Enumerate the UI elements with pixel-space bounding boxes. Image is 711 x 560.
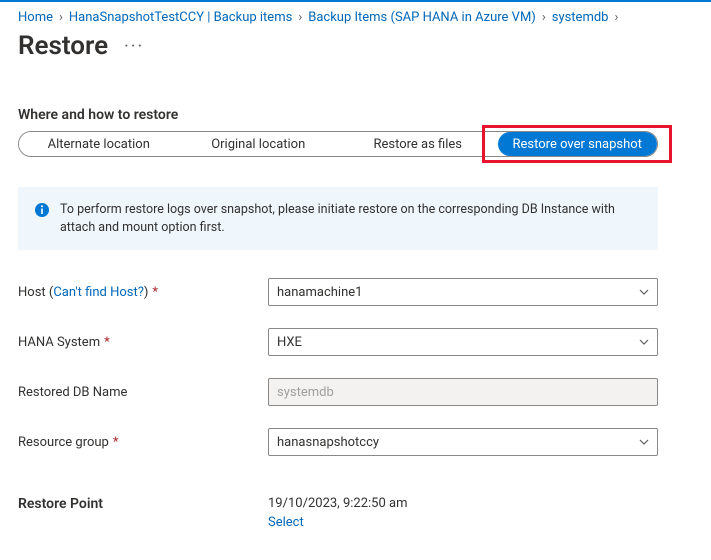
hana-system-label: HANA System * (18, 335, 268, 350)
restore-point-label: Restore Point (18, 496, 268, 530)
restored-db-name-input: systemdb (268, 378, 658, 406)
page-title: Restore (18, 31, 108, 61)
chevron-right-icon: › (59, 10, 63, 25)
host-select[interactable]: hanamachine1 (268, 278, 658, 306)
restore-point-select-link[interactable]: Select (268, 515, 407, 530)
chevron-right-icon: › (298, 10, 302, 25)
info-text: To perform restore logs over snapshot, p… (60, 201, 642, 236)
breadcrumb: Home › HanaSnapshotTestCCY | Backup item… (18, 10, 693, 25)
tab-restore-as-files[interactable]: Restore as files (338, 132, 498, 156)
required-indicator: * (113, 435, 119, 450)
more-actions-button[interactable]: ··· (124, 36, 144, 57)
info-icon (34, 202, 50, 218)
resource-group-value: hanasnapshotccy (277, 435, 379, 450)
host-label: Host (Can't find Host?)* (18, 285, 268, 300)
hana-system-value: HXE (277, 335, 302, 350)
tab-alternate-location[interactable]: Alternate location (19, 132, 179, 156)
resource-group-label: Resource group * (18, 435, 268, 450)
restored-db-name-placeholder: systemdb (277, 385, 334, 400)
restore-mode-tabs: Alternate location Original location Res… (18, 131, 658, 157)
cant-find-host-link[interactable]: Can't find Host? (53, 285, 144, 300)
breadcrumb-systemdb[interactable]: systemdb (552, 10, 609, 25)
chevron-right-icon: › (542, 10, 546, 25)
info-banner: To perform restore logs over snapshot, p… (18, 187, 658, 250)
required-indicator: * (104, 335, 110, 350)
resource-group-label-text: Resource group (18, 435, 109, 450)
host-label-post: ) (144, 285, 149, 300)
tab-original-location[interactable]: Original location (179, 132, 339, 156)
hana-system-label-text: HANA System (18, 335, 100, 350)
resource-group-select[interactable]: hanasnapshotccy (268, 428, 658, 456)
hana-system-select[interactable]: HXE (268, 328, 658, 356)
host-label-pre: Host ( (18, 285, 53, 300)
breadcrumb-sap-hana[interactable]: Backup Items (SAP HANA in Azure VM) (308, 10, 536, 25)
required-indicator: * (152, 285, 158, 300)
host-value: hanamachine1 (277, 285, 362, 300)
restore-point-value: 19/10/2023, 9:22:50 am (268, 496, 407, 511)
chevron-right-icon: › (614, 10, 618, 25)
breadcrumb-home[interactable]: Home (18, 10, 53, 25)
section-where-label: Where and how to restore (18, 107, 693, 123)
tab-restore-over-snapshot[interactable]: Restore over snapshot (498, 132, 658, 156)
breadcrumb-backup-items[interactable]: HanaSnapshotTestCCY | Backup items (69, 10, 292, 25)
restored-db-name-label: Restored DB Name (18, 385, 268, 400)
